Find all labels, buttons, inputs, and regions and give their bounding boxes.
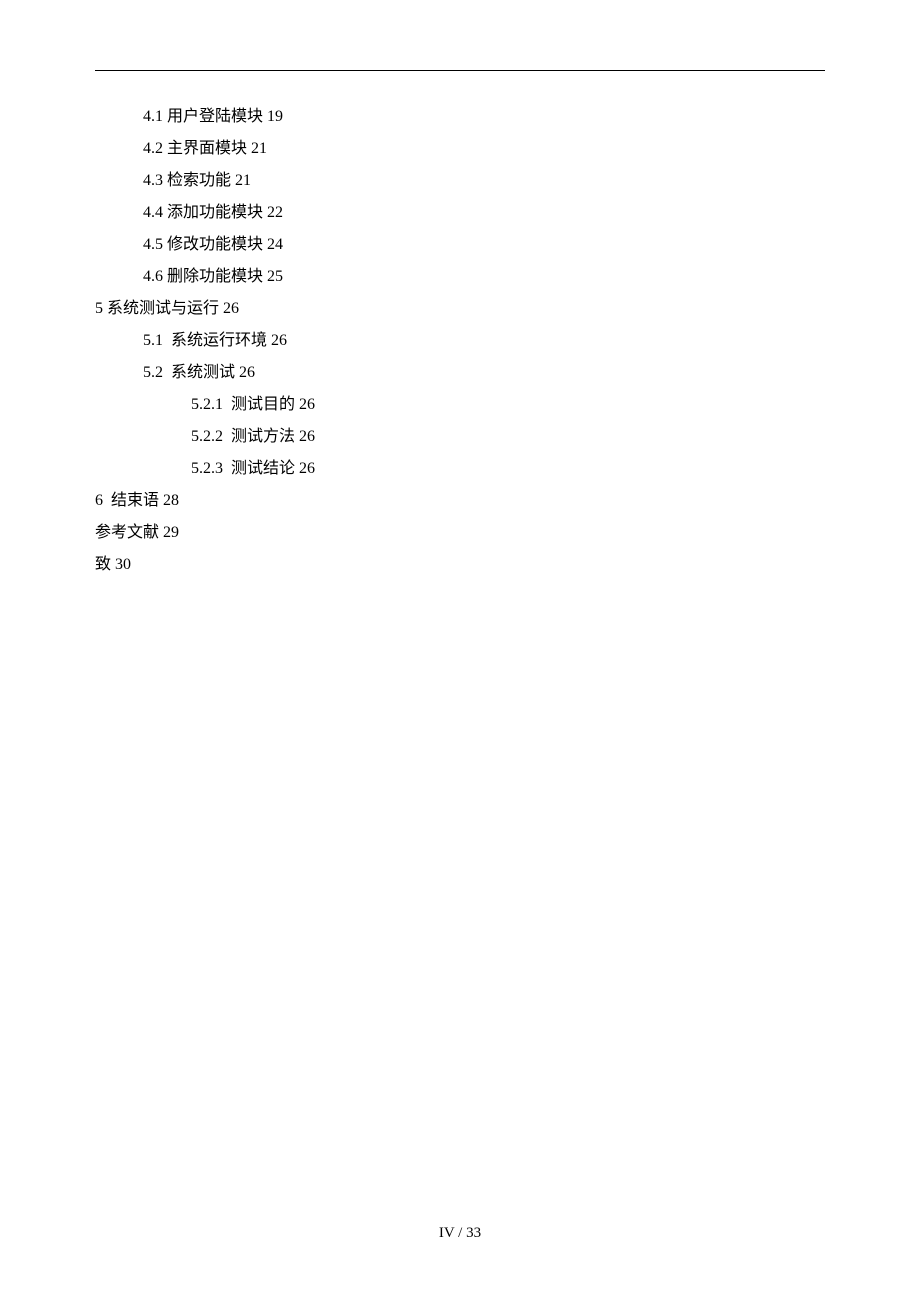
page-number: IV / 33 bbox=[439, 1225, 481, 1241]
toc-entry: 4.1 用户登陆模块 19 bbox=[95, 101, 825, 133]
toc-entry: 4.2 主界面模块 21 bbox=[95, 133, 825, 165]
toc-entry: 5.2.1 测试目的 26 bbox=[95, 389, 825, 421]
toc-entry: 5 系统测试与运行 26 bbox=[95, 293, 825, 325]
toc-entry: 4.6 删除功能模块 25 bbox=[95, 261, 825, 293]
toc-entry: 致 30 bbox=[95, 549, 825, 581]
page-footer: IV / 33 bbox=[0, 1225, 920, 1242]
toc-entry: 4.3 检索功能 21 bbox=[95, 165, 825, 197]
toc-entry: 5.2 系统测试 26 bbox=[95, 357, 825, 389]
toc-entry: 参考文献 29 bbox=[95, 517, 825, 549]
table-of-contents: 4.1 用户登陆模块 194.2 主界面模块 214.3 检索功能 214.4 … bbox=[95, 101, 825, 581]
toc-entry: 4.5 修改功能模块 24 bbox=[95, 229, 825, 261]
toc-entry: 4.4 添加功能模块 22 bbox=[95, 197, 825, 229]
document-page: 4.1 用户登陆模块 194.2 主界面模块 214.3 检索功能 214.4 … bbox=[0, 0, 920, 1302]
toc-entry: 5.2.3 测试结论 26 bbox=[95, 453, 825, 485]
toc-entry: 5.2.2 测试方法 26 bbox=[95, 421, 825, 453]
toc-entry: 6 结束语 28 bbox=[95, 485, 825, 517]
toc-entry: 5.1 系统运行环境 26 bbox=[95, 325, 825, 357]
header-rule bbox=[95, 70, 825, 71]
